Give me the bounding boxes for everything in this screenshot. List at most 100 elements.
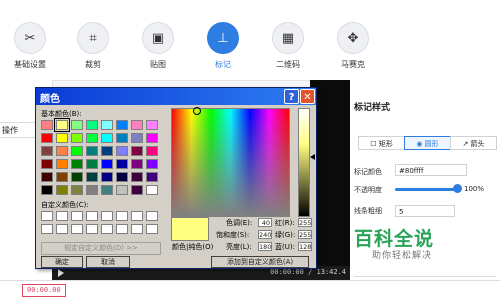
ok-button[interactable]: 确定	[41, 256, 83, 268]
basic-color-swatch[interactable]	[56, 172, 68, 182]
basic-color-swatch[interactable]	[131, 146, 143, 156]
basic-color-swatch[interactable]	[131, 172, 143, 182]
basic-color-swatch[interactable]	[56, 133, 68, 143]
basic-color-swatch[interactable]	[116, 159, 128, 169]
tool-sticker[interactable]: ▣ 贴图	[135, 22, 181, 70]
custom-color-swatch[interactable]	[131, 224, 143, 234]
basic-color-swatch[interactable]	[41, 185, 53, 195]
basic-color-swatch[interactable]	[116, 120, 128, 130]
custom-color-swatch[interactable]	[116, 211, 128, 221]
basic-color-swatch[interactable]	[41, 172, 53, 182]
basic-color-swatch[interactable]	[41, 120, 53, 130]
shape-arrow-button[interactable]: ↗ 箭头	[450, 136, 497, 150]
tool-crop[interactable]: ⌗ 裁剪	[70, 22, 116, 70]
define-custom-button[interactable]: 规定自定义颜色(D) >>	[41, 242, 161, 255]
basic-color-swatch[interactable]	[101, 133, 113, 143]
lum-input[interactable]: 180	[258, 242, 272, 251]
basic-color-swatch[interactable]	[131, 185, 143, 195]
blue-input[interactable]: 128	[298, 242, 312, 251]
basic-color-swatch[interactable]	[146, 172, 158, 182]
basic-color-swatch[interactable]	[54, 118, 70, 132]
custom-color-swatch[interactable]	[101, 211, 113, 221]
dialog-titlebar[interactable]: 颜色 ? ✕	[36, 88, 316, 105]
basic-color-swatch[interactable]	[101, 146, 113, 156]
cancel-button[interactable]: 取消	[86, 256, 130, 268]
basic-color-swatch[interactable]	[86, 146, 98, 156]
basic-color-swatch[interactable]	[131, 120, 143, 130]
timeline-timecode[interactable]: 00:00.00	[22, 284, 66, 297]
tool-basic-settings[interactable]: ✂ 基础设置	[7, 22, 53, 70]
basic-color-swatch[interactable]	[101, 120, 113, 130]
close-icon[interactable]: ✕	[300, 89, 315, 104]
custom-color-swatch[interactable]	[116, 224, 128, 234]
sat-input[interactable]: 240	[258, 230, 272, 239]
spectrum-crosshair[interactable]	[193, 107, 201, 115]
custom-color-swatch[interactable]	[131, 211, 143, 221]
basic-color-swatch[interactable]	[131, 159, 143, 169]
basic-color-swatch[interactable]	[41, 159, 53, 169]
basic-color-swatch[interactable]	[101, 159, 113, 169]
basic-color-swatch[interactable]	[56, 185, 68, 195]
custom-color-swatch[interactable]	[146, 211, 158, 221]
basic-color-swatch[interactable]	[86, 159, 98, 169]
basic-color-swatch[interactable]	[71, 133, 83, 143]
line-width-select[interactable]: 5	[395, 205, 455, 217]
basic-color-swatch[interactable]	[146, 133, 158, 143]
basic-color-swatch[interactable]	[86, 172, 98, 182]
shape-rect-button[interactable]: ☐ 矩形	[358, 136, 405, 150]
basic-color-swatch[interactable]	[86, 133, 98, 143]
basic-color-swatch[interactable]	[146, 159, 158, 169]
help-icon[interactable]: ?	[284, 89, 299, 104]
red-input[interactable]: 255	[298, 218, 312, 227]
tool-mosaic[interactable]: ✥ 马赛克	[330, 22, 376, 70]
green-input[interactable]: 255	[298, 230, 312, 239]
basic-color-swatch[interactable]	[146, 185, 158, 195]
custom-color-swatch[interactable]	[56, 211, 68, 221]
basic-color-swatch[interactable]	[41, 146, 53, 156]
shape-circle-button[interactable]: ◉ 圆形	[404, 136, 451, 150]
custom-color-swatch[interactable]	[41, 224, 53, 234]
basic-color-swatch[interactable]	[146, 120, 158, 130]
opacity-slider-knob[interactable]	[453, 184, 462, 193]
basic-color-swatch[interactable]	[56, 159, 68, 169]
basic-color-swatch[interactable]	[116, 133, 128, 143]
basic-color-swatch[interactable]	[116, 185, 128, 195]
basic-color-swatch[interactable]	[101, 172, 113, 182]
basic-color-swatch[interactable]	[131, 133, 143, 143]
custom-color-swatch[interactable]	[86, 211, 98, 221]
hue-input[interactable]: 40	[258, 218, 272, 227]
color-spectrum[interactable]	[171, 108, 290, 217]
basic-color-swatch[interactable]	[56, 146, 68, 156]
play-icon[interactable]	[58, 269, 64, 277]
basic-color-swatch[interactable]	[41, 133, 53, 143]
basic-color-swatch[interactable]	[116, 146, 128, 156]
custom-color-swatch[interactable]	[71, 211, 83, 221]
custom-color-swatch[interactable]	[41, 211, 53, 221]
luminance-bar[interactable]	[298, 108, 310, 217]
basic-color-swatch[interactable]	[71, 185, 83, 195]
blue-label: 蓝(U):	[275, 243, 295, 251]
panel-title: 标记样式	[354, 103, 391, 113]
basic-color-swatch[interactable]	[86, 120, 98, 130]
timeline[interactable]: 00:00.00	[0, 280, 500, 297]
luminance-arrow-icon[interactable]	[310, 154, 315, 160]
basic-color-swatch[interactable]	[116, 172, 128, 182]
custom-color-swatch[interactable]	[146, 224, 158, 234]
tool-mark[interactable]: ⊥ 标记	[200, 22, 246, 70]
add-custom-color-button[interactable]: 添加到自定义颜色(A)	[211, 256, 309, 268]
basic-color-swatch[interactable]	[71, 159, 83, 169]
custom-color-swatch[interactable]	[86, 224, 98, 234]
basic-color-swatch[interactable]	[86, 185, 98, 195]
basic-color-swatch[interactable]	[71, 120, 83, 130]
basic-color-swatch[interactable]	[71, 172, 83, 182]
opacity-slider[interactable]	[395, 188, 460, 191]
basic-color-swatch[interactable]	[71, 146, 83, 156]
basic-color-swatch[interactable]	[101, 185, 113, 195]
custom-color-swatch[interactable]	[101, 224, 113, 234]
lum-label: 亮度(L):	[226, 243, 252, 251]
custom-color-swatch[interactable]	[56, 224, 68, 234]
tool-qrcode[interactable]: ▦ 二维码	[265, 22, 311, 70]
basic-color-swatch[interactable]	[146, 146, 158, 156]
color-input[interactable]: #80ffff	[395, 164, 467, 176]
custom-color-swatch[interactable]	[71, 224, 83, 234]
